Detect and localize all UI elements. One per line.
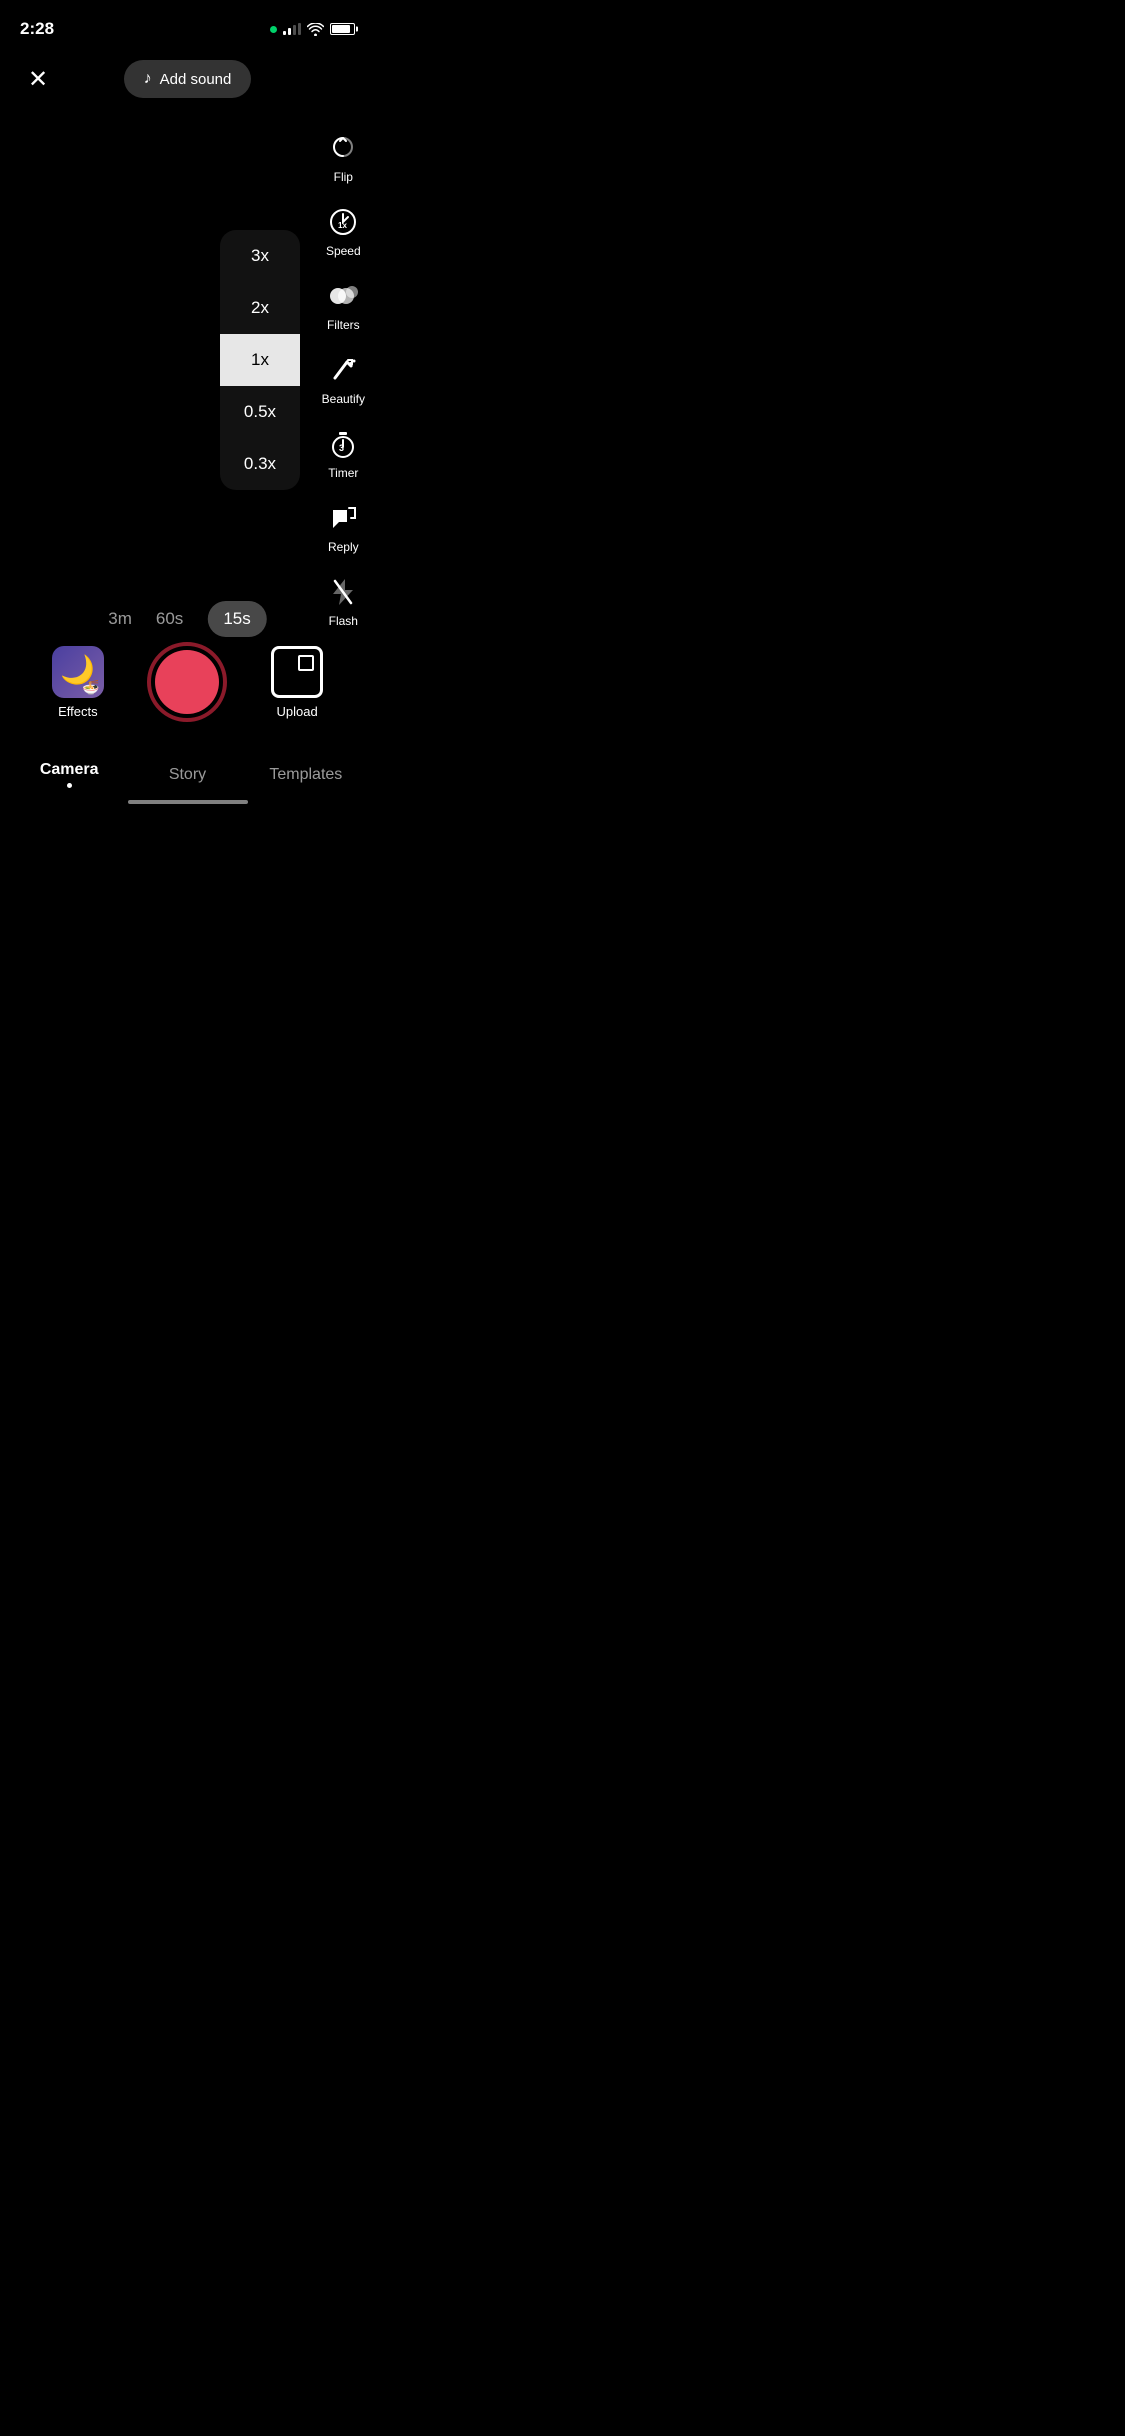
nav-story[interactable]: Story — [128, 766, 246, 784]
reply-icon — [325, 500, 361, 536]
bottom-controls: 🌙 🍜 Effects Upload — [0, 642, 375, 722]
top-controls: ✕ ♪ Add sound — [0, 44, 375, 114]
speed-05x[interactable]: 0.5x — [220, 386, 300, 438]
record-button[interactable] — [147, 642, 227, 722]
status-icons — [270, 23, 355, 36]
upload-button[interactable]: Upload — [271, 646, 323, 719]
reply-label: Reply — [328, 540, 359, 554]
upload-label: Upload — [277, 704, 318, 719]
status-bar: 2:28 — [0, 0, 375, 44]
add-sound-label: Add sound — [160, 71, 232, 88]
timer-label: Timer — [328, 466, 358, 480]
home-indicator — [128, 800, 248, 804]
speed-2x[interactable]: 2x — [220, 282, 300, 334]
speed-button[interactable]: 1x Speed — [325, 204, 361, 258]
speed-selector: 3x 2x 1x 0.5x 0.3x — [220, 230, 300, 490]
timer-button[interactable]: 3 Timer — [325, 426, 361, 480]
filters-icon — [325, 278, 361, 314]
record-inner — [155, 650, 219, 714]
speed-1x[interactable]: 1x — [220, 334, 300, 386]
effects-button[interactable]: 🌙 🍜 Effects — [52, 646, 104, 719]
flip-button[interactable]: Flip — [325, 130, 361, 184]
status-time: 2:28 — [20, 19, 54, 39]
close-button[interactable]: ✕ — [20, 61, 56, 97]
flip-label: Flip — [334, 170, 353, 184]
effects-thumbnail: 🌙 🍜 — [52, 646, 104, 698]
nav-camera-dot — [67, 783, 72, 788]
reply-button[interactable]: Reply — [325, 500, 361, 554]
right-sidebar: Flip 1x Speed Filters — [322, 130, 365, 628]
speed-icon: 1x — [325, 204, 361, 240]
flash-label: Flash — [329, 614, 358, 628]
signal-icon — [283, 23, 301, 35]
duration-3m[interactable]: 3m — [108, 609, 132, 629]
speed-label: Speed — [326, 244, 361, 258]
filters-label: Filters — [327, 318, 360, 332]
speed-3x[interactable]: 3x — [220, 230, 300, 282]
duration-15s[interactable]: 15s — [207, 601, 266, 637]
beautify-label: Beautify — [322, 392, 365, 406]
nav-story-label: Story — [169, 766, 206, 784]
speed-03x[interactable]: 0.3x — [220, 438, 300, 490]
battery-icon — [330, 23, 355, 35]
nav-templates-label: Templates — [269, 766, 342, 784]
add-sound-button[interactable]: ♪ Add sound — [124, 60, 252, 98]
svg-text:1x: 1x — [338, 221, 347, 230]
wifi-icon — [307, 23, 324, 36]
nav-camera[interactable]: Camera — [10, 761, 128, 788]
flash-icon — [325, 574, 361, 610]
beautify-icon — [325, 352, 361, 388]
duration-60s[interactable]: 60s — [156, 609, 183, 629]
filters-button[interactable]: Filters — [325, 278, 361, 332]
nav-camera-label: Camera — [40, 761, 99, 779]
flip-icon — [325, 130, 361, 166]
duration-selector: 3m 60s 15s — [108, 601, 266, 637]
green-dot — [270, 26, 277, 33]
upload-icon — [271, 646, 323, 698]
flash-button[interactable]: Flash — [325, 574, 361, 628]
music-icon: ♪ — [144, 70, 152, 88]
bottom-nav: Camera Story Templates — [0, 761, 375, 788]
close-icon: ✕ — [28, 65, 48, 94]
effects-label: Effects — [58, 704, 98, 719]
timer-icon: 3 — [325, 426, 361, 462]
beautify-button[interactable]: Beautify — [322, 352, 365, 406]
nav-templates[interactable]: Templates — [247, 766, 365, 784]
